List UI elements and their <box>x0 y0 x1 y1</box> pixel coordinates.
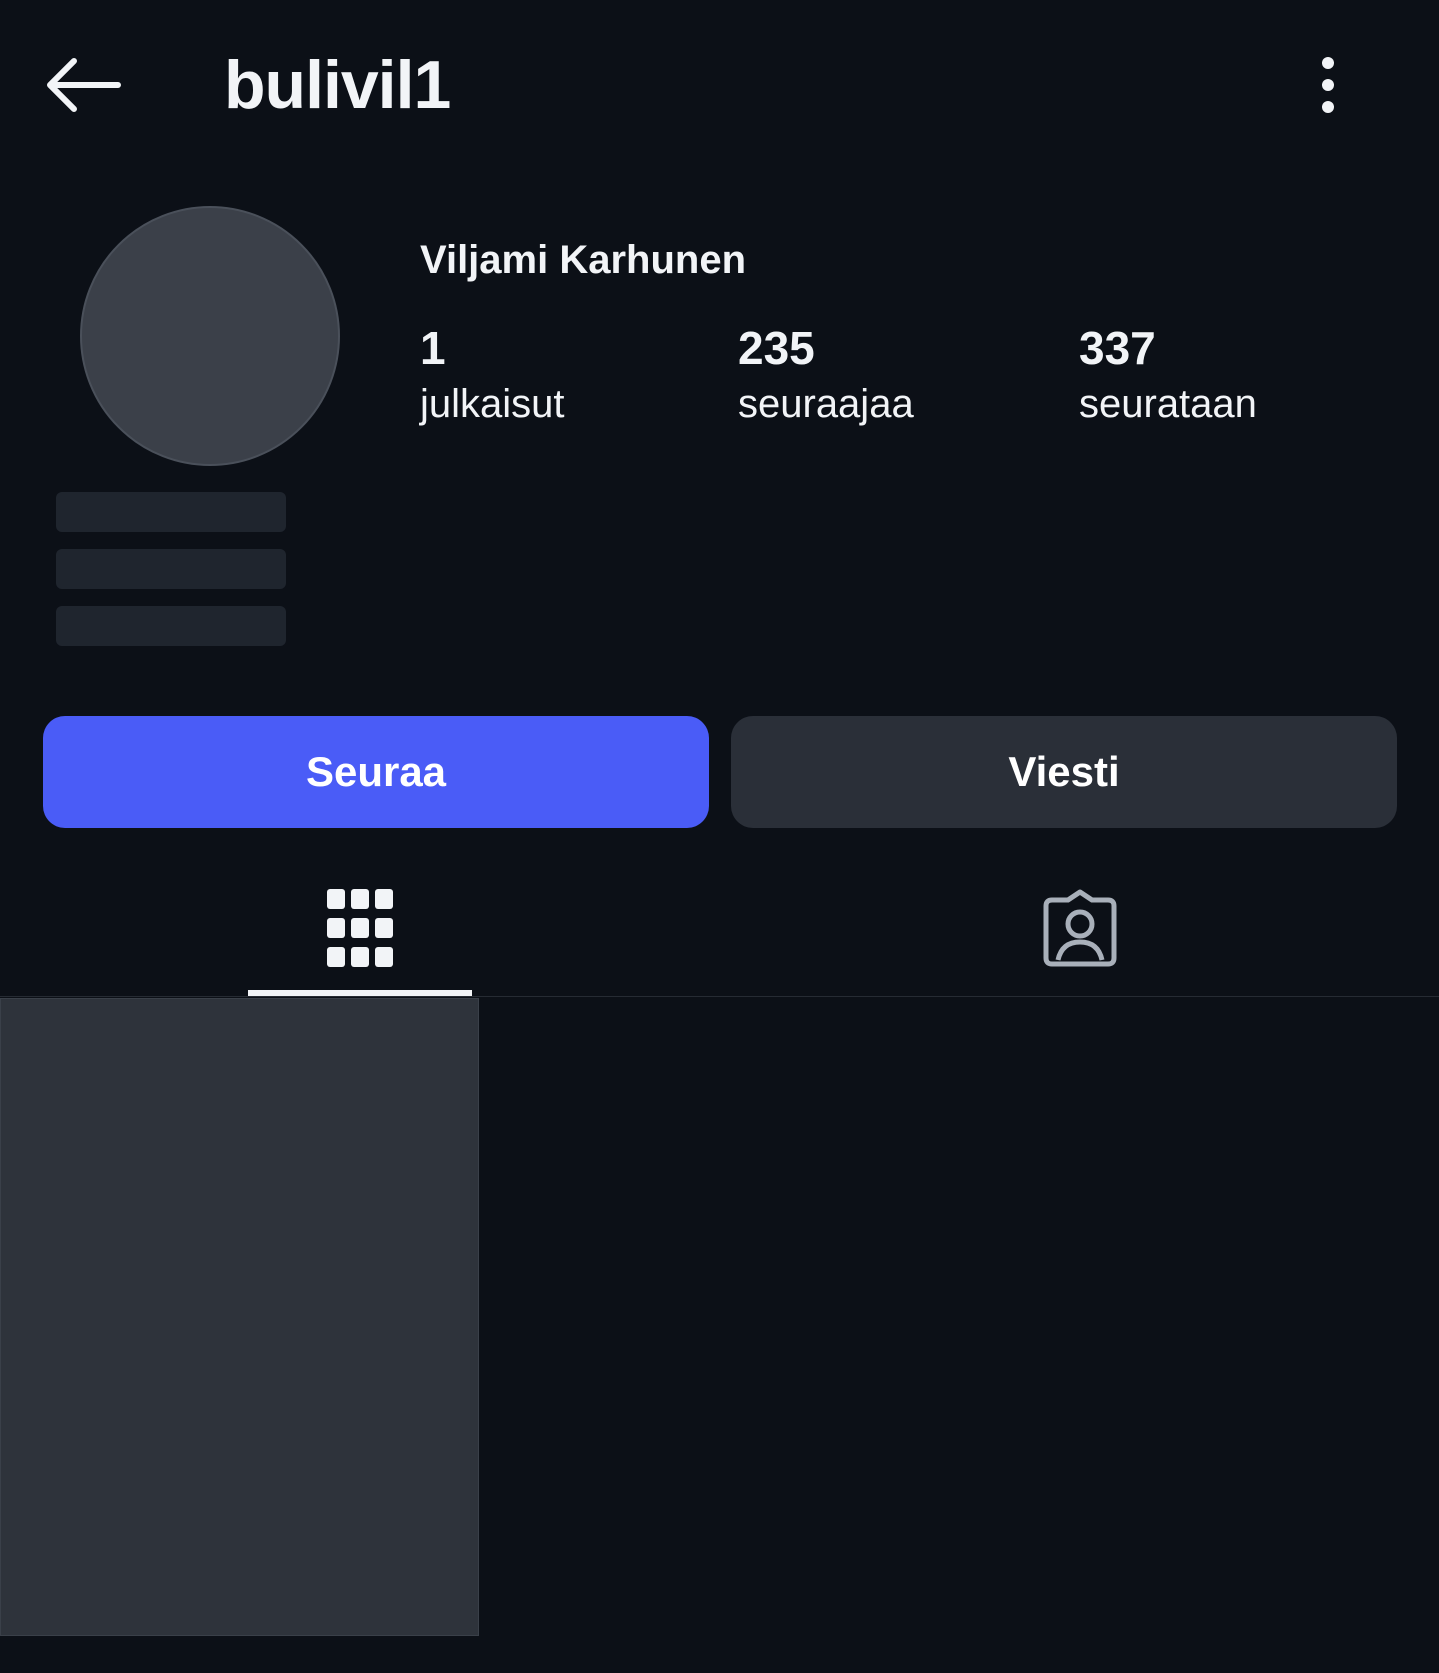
tab-posts-grid[interactable] <box>248 860 472 996</box>
grid-icon <box>327 889 393 967</box>
post-thumbnail-placeholder[interactable] <box>0 998 479 1636</box>
profile-handle: bulivil1 <box>224 47 451 123</box>
stat-label: julkaisut <box>420 382 565 426</box>
bio-placeholder <box>56 492 286 663</box>
stat-count: 235 <box>738 322 815 374</box>
message-button[interactable]: Viesti <box>731 716 1397 828</box>
more-options-button[interactable] <box>1300 50 1356 120</box>
bio-line-placeholder <box>56 492 286 532</box>
stat-count: 337 <box>1079 322 1156 374</box>
top-bar: bulivil1 <box>0 0 1439 170</box>
bio-line-placeholder <box>56 606 286 646</box>
follow-button[interactable]: Seuraa <box>43 716 709 828</box>
stat-count: 1 <box>420 322 446 374</box>
tab-tagged[interactable] <box>968 860 1192 996</box>
display-name: Viljami Karhunen <box>420 238 747 282</box>
stat-label: seuraajaa <box>738 382 914 426</box>
bio-line-placeholder <box>56 549 286 589</box>
back-button[interactable] <box>40 50 124 120</box>
divider <box>0 996 1439 997</box>
stat-followers[interactable]: 235 seuraajaa <box>738 320 914 430</box>
stat-label: seurataan <box>1079 382 1257 426</box>
avatar[interactable] <box>80 206 340 466</box>
stat-posts[interactable]: 1 julkaisut <box>420 320 565 430</box>
stat-following[interactable]: 337 seurataan <box>1079 320 1257 430</box>
more-options-icon <box>1322 57 1334 113</box>
tagged-icon <box>1043 889 1117 967</box>
back-arrow-icon <box>47 58 121 112</box>
